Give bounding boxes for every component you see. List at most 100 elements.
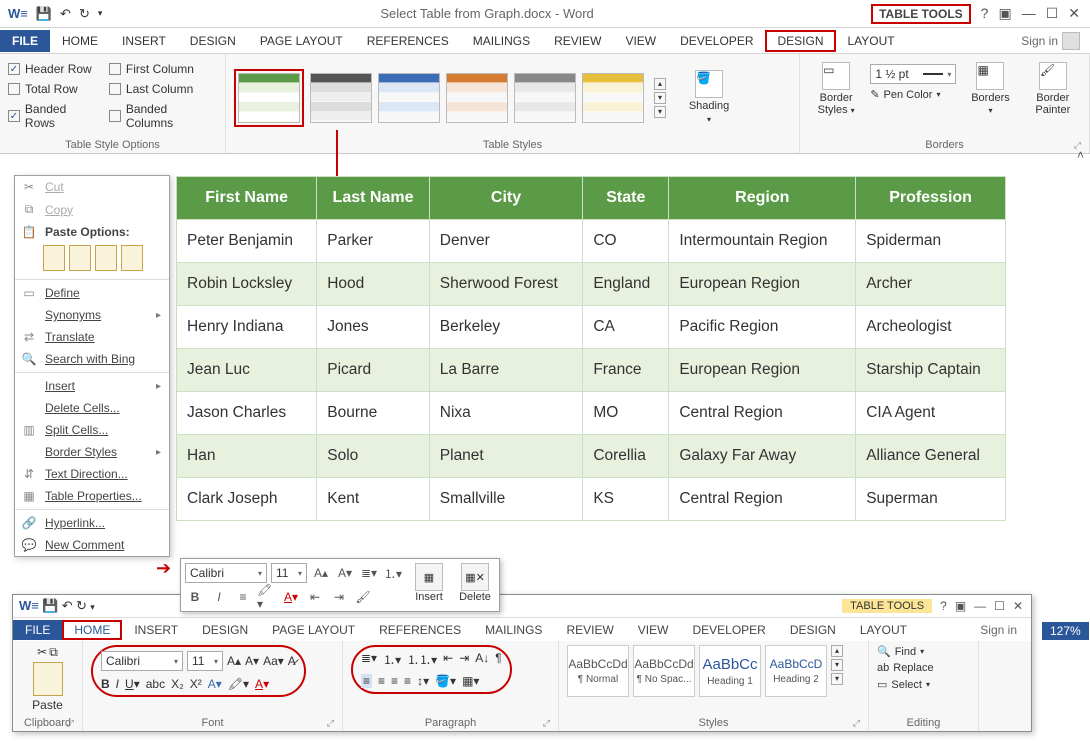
win2-tab-table-layout[interactable]: LAYOUT <box>848 620 919 640</box>
show-marks-icon[interactable]: ¶ <box>495 651 501 668</box>
tab-developer[interactable]: DEVELOPER <box>668 30 765 52</box>
table-style-1[interactable] <box>238 73 300 123</box>
italic-icon[interactable]: I <box>116 677 119 691</box>
ctx-insert[interactable]: Insert▸ <box>15 375 169 397</box>
justify-icon[interactable]: ≡ <box>404 674 411 688</box>
check-last-column[interactable]: Last Column <box>109 82 217 96</box>
font-launcher-icon[interactable]: ⤢ <box>327 718 334 729</box>
gallery-scroll[interactable]: ▴▾▾ <box>650 74 670 122</box>
bold-icon[interactable]: B <box>101 677 110 691</box>
table-style-4[interactable] <box>446 73 508 123</box>
clear-format-icon[interactable]: A̷ <box>288 654 296 668</box>
ctx-new-comment[interactable]: 💬New Comment <box>15 534 169 556</box>
cut-icon[interactable]: ✂ <box>37 645 47 660</box>
mini-delete-button[interactable]: ▦✕Delete <box>455 563 495 603</box>
strike-icon[interactable]: abc <box>146 677 165 691</box>
win2-tab-table-design[interactable]: DESIGN <box>778 620 848 640</box>
win2-tab-references[interactable]: REFERENCES <box>367 620 473 640</box>
table-row[interactable]: Jason CharlesBourneNixaMOCentral RegionC… <box>177 392 1006 435</box>
ctx-cut[interactable]: ✂Cut <box>15 176 169 198</box>
multilevel-icon[interactable]: ⒈⒈▾ <box>407 651 437 668</box>
italic-icon[interactable]: I <box>209 587 229 607</box>
line-spacing-icon[interactable]: ↕▾ <box>417 674 429 688</box>
grow-font-icon[interactable]: A▴ <box>227 654 241 668</box>
minimize-icon[interactable]: — <box>1022 5 1036 22</box>
align-left-icon[interactable]: ≡ <box>361 674 372 688</box>
win2-tab-page-layout[interactable]: PAGE LAYOUT <box>260 620 367 640</box>
close-icon[interactable]: ✕ <box>1068 5 1080 22</box>
tab-insert[interactable]: INSERT <box>110 30 178 52</box>
ctx-search-bing[interactable]: 🔍Search with Bing <box>15 348 169 370</box>
undo-icon[interactable]: ↶ <box>62 598 73 613</box>
undo-icon[interactable]: ↶ <box>60 6 71 22</box>
win2-tab-view[interactable]: VIEW <box>626 620 681 640</box>
win2-sign-in[interactable]: Sign in <box>970 621 1031 639</box>
paste-options-row[interactable] <box>15 243 169 277</box>
table-style-5[interactable] <box>514 73 576 123</box>
highlight-icon[interactable]: 🖍▾ <box>257 587 277 607</box>
redo-icon[interactable]: ↻ <box>79 6 90 22</box>
check-header-row[interactable]: ✓Header Row <box>8 62 99 76</box>
align-center-icon[interactable]: ≡ <box>233 587 253 607</box>
table-row[interactable]: Robin LocksleyHoodSherwood ForestEngland… <box>177 263 1006 306</box>
table-row[interactable]: HanSoloPlanetCorelliaGalaxy Far AwayAlli… <box>177 435 1006 478</box>
minimize-icon[interactable]: — <box>974 599 986 613</box>
tab-view[interactable]: VIEW <box>613 30 668 52</box>
win2-tab-file[interactable]: FILE <box>13 620 62 640</box>
ribbon-display-icon[interactable]: ▣ <box>955 599 966 613</box>
decrease-indent-icon[interactable]: ⇤ <box>305 587 325 607</box>
bold-icon[interactable]: B <box>185 587 205 607</box>
redo-icon[interactable]: ↻ <box>76 598 87 613</box>
win2-tab-review[interactable]: REVIEW <box>554 620 625 640</box>
check-total-row[interactable]: Total Row <box>8 82 99 96</box>
help-icon[interactable]: ? <box>940 599 947 613</box>
styles-scroll[interactable]: ▴▾▾ <box>831 645 843 697</box>
tab-file[interactable]: FILE <box>0 30 50 52</box>
subscript-icon[interactable]: X₂ <box>171 677 184 691</box>
ctx-hyperlink[interactable]: 🔗Hyperlink... <box>15 512 169 534</box>
help-icon[interactable]: ? <box>981 5 989 22</box>
win2-tab-developer[interactable]: DEVELOPER <box>680 620 777 640</box>
tab-home[interactable]: HOME <box>50 30 110 52</box>
table-style-2[interactable] <box>310 73 372 123</box>
ctx-delete-cells[interactable]: Delete Cells... <box>15 397 169 419</box>
find-button[interactable]: 🔍Find ▾ <box>877 645 934 658</box>
bullets-icon[interactable]: ≣▾ <box>361 651 377 668</box>
shrink-font-icon[interactable]: A▾ <box>245 654 259 668</box>
decrease-indent-icon[interactable]: ⇤ <box>443 651 453 668</box>
numbering-icon[interactable]: ⒈▾ <box>383 563 403 583</box>
qat-more-icon[interactable]: ▾ <box>90 602 95 612</box>
underline-icon[interactable]: U▾ <box>125 677 140 691</box>
tab-page-layout[interactable]: PAGE LAYOUT <box>248 30 355 52</box>
ctx-define[interactable]: ▭Define <box>15 282 169 304</box>
tab-design[interactable]: DESIGN <box>178 30 248 52</box>
size-combo[interactable]: 11▾ <box>187 651 223 671</box>
ctx-translate[interactable]: ⇄Translate <box>15 326 169 348</box>
ctx-text-direction[interactable]: ⇵Text Direction... <box>15 463 169 485</box>
mini-font-combo[interactable]: Calibri▾ <box>185 563 267 583</box>
pen-width-combo[interactable]: 1 ½ pt▾ <box>870 64 956 84</box>
numbering-icon[interactable]: ⒈▾ <box>383 651 401 668</box>
styles-gallery[interactable]: AaBbCcDd¶ Normal AaBbCcDd¶ No Spac... Aa… <box>567 645 843 697</box>
collapse-ribbon-icon[interactable]: ˄ <box>1077 148 1084 162</box>
tab-review[interactable]: REVIEW <box>542 30 613 52</box>
style-heading1[interactable]: AaBbCcHeading 1 <box>699 645 761 697</box>
check-first-column[interactable]: First Column <box>109 62 217 76</box>
data-table[interactable]: First Name Last Name City State Region P… <box>176 176 1006 521</box>
qat-more-icon[interactable]: ▾ <box>98 8 103 19</box>
shrink-font-icon[interactable]: A▾ <box>335 563 355 583</box>
table-styles-gallery[interactable]: ▴▾▾ <box>234 69 670 127</box>
close-icon[interactable]: ✕ <box>1013 599 1023 613</box>
check-banded-rows[interactable]: ✓Banded Rows <box>8 102 99 130</box>
tab-table-design[interactable]: DESIGN <box>765 30 835 52</box>
bullets-icon[interactable]: ≣▾ <box>359 563 379 583</box>
check-banded-columns[interactable]: Banded Columns <box>109 102 217 130</box>
table-row[interactable]: Clark JosephKentSmallvilleKSCentral Regi… <box>177 478 1006 521</box>
shading-icon[interactable]: 🪣▾ <box>435 674 456 688</box>
table-style-3[interactable] <box>378 73 440 123</box>
ctx-table-properties[interactable]: ▦Table Properties... <box>15 485 169 507</box>
style-no-spacing[interactable]: AaBbCcDd¶ No Spac... <box>633 645 695 697</box>
copy-icon[interactable]: ⧉ <box>49 645 58 660</box>
save-icon[interactable]: 💾 <box>36 6 52 22</box>
paragraph-launcher-icon[interactable]: ⤢ <box>543 718 550 729</box>
